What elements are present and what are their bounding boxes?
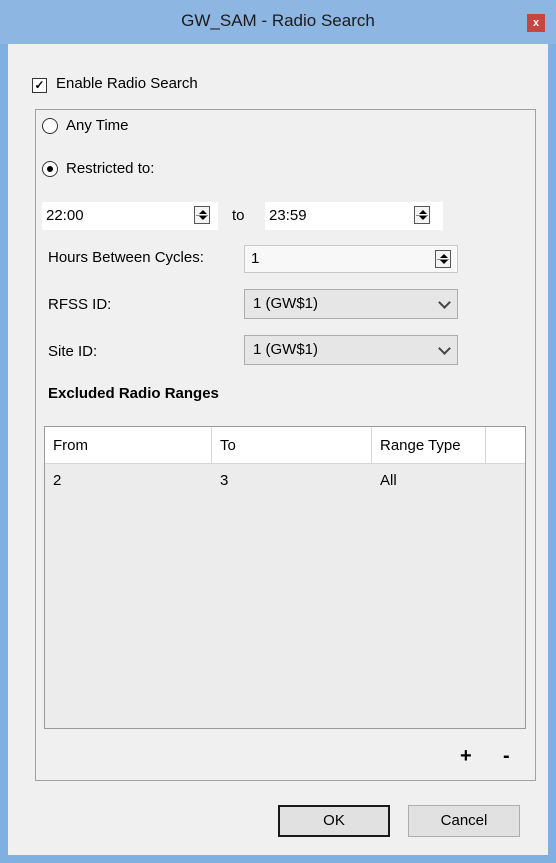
table-header: From To Range Type	[45, 427, 525, 464]
spin-up-icon[interactable]	[440, 254, 448, 258]
start-time-spinner[interactable]	[194, 206, 210, 224]
end-time-value: 23:59	[269, 207, 307, 224]
column-header-range-type[interactable]: Range Type	[372, 427, 486, 463]
to-label: to	[232, 207, 245, 224]
site-id-value: 1 (GW$1)	[253, 341, 319, 358]
close-icon[interactable]: x	[527, 14, 545, 32]
ok-button[interactable]: OK	[278, 805, 390, 837]
cancel-button[interactable]: Cancel	[408, 805, 520, 837]
remove-range-button[interactable]: -	[503, 746, 510, 766]
chevron-down-icon[interactable]	[438, 296, 451, 309]
end-time-spinner[interactable]	[414, 206, 430, 224]
cell-from[interactable]: 2	[45, 471, 61, 491]
excluded-ranges-table[interactable]: From To Range Type 2 3 All	[44, 426, 526, 729]
window-title: GW_SAM - Radio Search	[181, 11, 375, 30]
site-id-dropdown[interactable]: 1 (GW$1)	[244, 335, 458, 365]
restricted-to-label[interactable]: Restricted to:	[66, 160, 154, 177]
hours-between-cycles-value: 1	[251, 250, 260, 267]
spin-up-icon[interactable]	[419, 210, 427, 214]
site-id-label: Site ID:	[48, 343, 98, 360]
rfss-id-dropdown[interactable]: 1 (GW$1)	[244, 289, 458, 319]
add-range-button[interactable]: +	[460, 746, 472, 766]
any-time-radio[interactable]	[42, 118, 58, 134]
chevron-down-icon[interactable]	[438, 342, 451, 355]
spin-down-icon[interactable]	[440, 260, 448, 264]
hours-between-cycles-label: Hours Between Cycles:	[48, 249, 204, 266]
excluded-ranges-heading: Excluded Radio Ranges	[48, 385, 219, 402]
spin-down-icon[interactable]	[199, 216, 207, 220]
start-time-value: 22:00	[46, 207, 84, 224]
enable-radio-search-label[interactable]: Enable Radio Search	[56, 75, 198, 92]
restricted-to-radio[interactable]	[42, 161, 58, 177]
start-time-field[interactable]: 22:00	[42, 202, 218, 230]
spin-up-icon[interactable]	[199, 210, 207, 214]
cell-to[interactable]: 3	[212, 471, 228, 491]
dialog-window: GW_SAM - Radio Search x ✓ Enable Radio S…	[0, 0, 556, 863]
rfss-id-value: 1 (GW$1)	[253, 295, 319, 312]
rfss-id-label: RFSS ID:	[48, 296, 112, 313]
hours-spinner[interactable]	[435, 250, 451, 268]
cell-range-type[interactable]: All	[372, 471, 397, 491]
enable-radio-search-checkbox[interactable]: ✓	[32, 78, 47, 93]
hours-between-cycles-input[interactable]: 1	[244, 245, 458, 273]
radio-selected-dot	[47, 166, 53, 172]
spin-down-icon[interactable]	[419, 216, 427, 220]
column-header-from[interactable]: From	[45, 427, 212, 463]
dialog-client-area: ✓ Enable Radio Search Any Time Restricte…	[8, 44, 548, 855]
title-bar[interactable]: GW_SAM - Radio Search x	[0, 0, 556, 44]
any-time-label[interactable]: Any Time	[66, 117, 129, 134]
column-header-to[interactable]: To	[212, 427, 372, 463]
